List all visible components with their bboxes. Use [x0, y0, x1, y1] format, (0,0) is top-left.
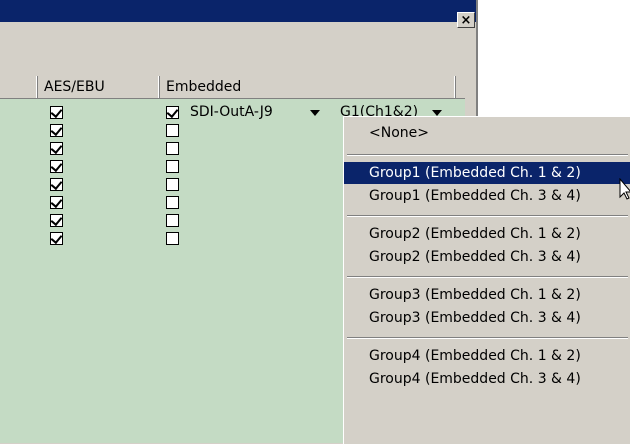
embedded-checkbox[interactable]	[166, 178, 179, 191]
embedded-checkbox[interactable]	[166, 232, 179, 245]
aes-ebu-checkbox[interactable]	[50, 214, 63, 227]
menu-separator	[347, 215, 628, 217]
menu-item-group2-ch1-2[interactable]: Group2 (Embedded Ch. 1 & 2)	[344, 223, 630, 245]
aes-ebu-checkbox[interactable]	[50, 106, 63, 119]
aes-ebu-checkbox[interactable]	[50, 142, 63, 155]
menu-item-group1-ch1-2[interactable]: Group1 (Embedded Ch. 1 & 2)	[344, 162, 630, 184]
close-button[interactable]: ×	[457, 12, 475, 28]
embedded-checkbox[interactable]	[166, 196, 179, 209]
aes-ebu-checkbox[interactable]	[50, 124, 63, 137]
group-dropdown-menu: <None> Group1 (Embedded Ch. 1 & 2) Group…	[343, 116, 630, 444]
embedded-checkbox[interactable]	[166, 142, 179, 155]
menu-item-none[interactable]: <None>	[344, 122, 630, 144]
header-cell-blank	[0, 76, 38, 98]
aes-ebu-checkbox[interactable]	[50, 232, 63, 245]
embedded-checkbox[interactable]	[166, 160, 179, 173]
menu-item-group3-ch3-4[interactable]: Group3 (Embedded Ch. 3 & 4)	[344, 307, 630, 329]
grid-header: AES/EBU Embedded	[0, 76, 465, 99]
menu-item-group3-ch1-2[interactable]: Group3 (Embedded Ch. 1 & 2)	[344, 284, 630, 306]
aes-ebu-checkbox[interactable]	[50, 196, 63, 209]
embedded-checkbox[interactable]	[166, 214, 179, 227]
aes-ebu-checkbox[interactable]	[50, 160, 63, 173]
header-aes-ebu[interactable]: AES/EBU	[38, 76, 160, 98]
menu-separator	[347, 276, 628, 278]
embedded-checkbox[interactable]	[166, 106, 179, 119]
menu-separator	[347, 337, 628, 339]
menu-item-group4-ch3-4[interactable]: Group4 (Embedded Ch. 3 & 4)	[344, 368, 630, 390]
aes-ebu-checkbox[interactable]	[50, 178, 63, 191]
output-dropdown-arrow-icon[interactable]	[310, 110, 320, 116]
menu-separator	[347, 154, 628, 156]
header-embedded[interactable]: Embedded	[160, 76, 456, 98]
mouse-pointer-icon	[619, 178, 630, 200]
output-select[interactable]: SDI-OutA-J9	[190, 103, 273, 121]
menu-item-group4-ch1-2[interactable]: Group4 (Embedded Ch. 1 & 2)	[344, 345, 630, 367]
embedded-checkbox[interactable]	[166, 124, 179, 137]
menu-item-group2-ch3-4[interactable]: Group2 (Embedded Ch. 3 & 4)	[344, 246, 630, 268]
menu-item-group1-ch3-4[interactable]: Group1 (Embedded Ch. 3 & 4)	[344, 185, 630, 207]
